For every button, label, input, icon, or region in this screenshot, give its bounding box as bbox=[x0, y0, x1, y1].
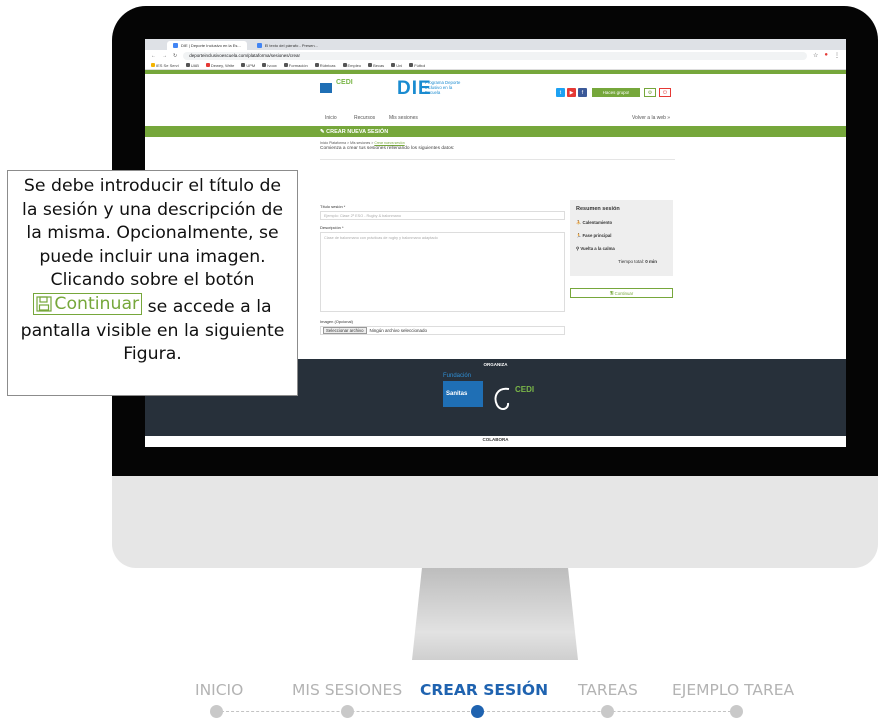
breadcrumb-current: Crear nueva sesión bbox=[374, 141, 405, 145]
bookmark-item[interactable]: IES Se Servi bbox=[151, 63, 179, 68]
title-label: Título sesión * bbox=[320, 204, 346, 209]
logout-icon[interactable]: ⏻ bbox=[659, 88, 671, 97]
intro-text: Comienza a crear tus sesiones rellenando… bbox=[320, 146, 455, 151]
summary-item: ⚲ Vuelta a la calma bbox=[576, 246, 615, 251]
callout-text: Se debe introducir el título de la sesió… bbox=[22, 176, 283, 291]
bookmark-item[interactable]: Empleo bbox=[342, 63, 361, 68]
continue-button-label: Continuar bbox=[614, 290, 634, 296]
summary-title: Resumen sesión bbox=[576, 206, 620, 212]
twitter-icon[interactable]: t bbox=[556, 88, 565, 97]
step-dot bbox=[210, 705, 223, 718]
facebook-icon[interactable]: f bbox=[578, 88, 587, 97]
reload-icon[interactable]: ↻ bbox=[173, 53, 177, 59]
step-dot bbox=[341, 705, 354, 718]
star-icon[interactable]: ☆ bbox=[813, 52, 818, 59]
logo-subtitle: Programa Deporte Inclusivo en la Escuela bbox=[425, 80, 461, 95]
step-tareas: TAREAS bbox=[578, 681, 638, 699]
step-dot-active bbox=[471, 705, 484, 718]
bookmark-item[interactable]: UAB bbox=[185, 63, 199, 68]
bookmark-item[interactable]: Dewey, Write bbox=[205, 63, 234, 68]
browser-tab[interactable]: El texto del párrafo - Presen... bbox=[251, 41, 324, 50]
step-crear-sesion: CREAR SESIÓN bbox=[420, 681, 549, 699]
divider bbox=[320, 159, 675, 160]
breadcrumb-home[interactable]: Inicio Plataforma bbox=[320, 141, 346, 145]
colabora-label: COLABORA bbox=[482, 437, 509, 442]
slide: DIE | Deporte Inclusivo en la Es... El t… bbox=[0, 0, 878, 720]
tab-title: DIE | Deporte Inclusivo en la Es... bbox=[181, 43, 241, 48]
section-title: CREAR NUEVA SESIÓN bbox=[326, 128, 389, 135]
summary-total: Tiempo total: 0 min bbox=[618, 259, 657, 264]
site-favicon-icon bbox=[173, 43, 178, 48]
breadcrumb-sessions[interactable]: Mis sesiones bbox=[350, 141, 370, 145]
monitor-stand bbox=[412, 568, 578, 660]
join-button-label: Haces grupo! bbox=[602, 90, 630, 95]
nav-volver[interactable]: Volver a la web » bbox=[632, 115, 670, 121]
description-label: Descripción * bbox=[320, 225, 344, 230]
bookmarks-bar: IES Se Servi UAB Dewey, Write UPM Ivoox … bbox=[145, 61, 846, 70]
select-file-button[interactable]: Seleccionar archivo bbox=[323, 327, 367, 334]
step-dot bbox=[730, 705, 743, 718]
step-dot bbox=[601, 705, 614, 718]
description-textarea[interactable]: Clase de balonmano con prácticas de rugb… bbox=[320, 232, 565, 312]
site-header: CEDI DIE Programa Deporte Inclusivo en l… bbox=[145, 74, 846, 112]
settings-icon[interactable]: ⚙ bbox=[644, 88, 656, 97]
social-links: t ▶ f bbox=[556, 88, 587, 97]
bookmark-item[interactable]: Formación bbox=[283, 63, 308, 68]
menu-icon[interactable]: ⋮ bbox=[834, 52, 840, 59]
youtube-icon[interactable]: ▶ bbox=[567, 88, 576, 97]
address-bar: ← → ↻ deporteinclusivoescuela.com/plataf… bbox=[145, 50, 846, 61]
bookmark-item[interactable]: Rúbricas bbox=[314, 63, 336, 68]
forward-icon[interactable]: → bbox=[162, 53, 167, 59]
footer-colabora: COLABORA bbox=[145, 436, 846, 447]
bookmark-item[interactable]: Becas bbox=[368, 63, 384, 68]
tab-bar: DIE | Deporte Inclusivo en la Es... El t… bbox=[145, 39, 846, 50]
join-button[interactable]: Haces grupo! bbox=[592, 88, 640, 97]
continue-button[interactable]: 🖫 Continuar bbox=[570, 288, 673, 298]
section-title-bar: ✎ CREAR NUEVA SESIÓN bbox=[145, 126, 846, 137]
cedi-logo: CEDI bbox=[491, 385, 536, 419]
callout-continue-button: Continuar bbox=[33, 292, 143, 315]
summary-item: ⛹ Calentamiento bbox=[576, 220, 613, 225]
step-mis-sesiones: MIS SESIONES bbox=[292, 681, 403, 699]
main-nav: Inicio Recursos Mis sesiones Volver a la… bbox=[145, 112, 846, 126]
session-form: Título sesión * Ejemplo: Clase 2º ESO - … bbox=[320, 204, 565, 335]
title-input[interactable]: Ejemplo: Clase 2º ESO - Rugby & balonman… bbox=[320, 211, 565, 220]
url-text: deporteinclusivoescuela.com/plataforma/s… bbox=[189, 53, 301, 58]
bookmark-item[interactable]: Uni bbox=[391, 63, 402, 68]
breadcrumb: Inicio Plataforma > Mis sesiones > Crear… bbox=[320, 141, 405, 145]
bookmark-item[interactable]: Ivoox bbox=[262, 63, 277, 68]
extension-icon[interactable]: ● bbox=[824, 52, 828, 59]
logo-cedi: CEDI bbox=[336, 79, 353, 86]
summary-item: 🏃 Fase principal bbox=[576, 233, 612, 238]
image-label: Imagen (Opcional) bbox=[320, 319, 353, 324]
step-ejemplo-tarea: EJEMPLO TAREA bbox=[672, 681, 795, 699]
image-file-input[interactable]: Seleccionar archivo Ningún archivo selec… bbox=[320, 326, 565, 335]
monitor-chin bbox=[112, 476, 878, 568]
progress-steps: INICIO MIS SESIONES CREAR SESIÓN TAREAS … bbox=[0, 676, 878, 720]
bookmark-item[interactable]: Fútbol bbox=[409, 63, 425, 68]
url-field[interactable]: deporteinclusivoescuela.com/plataforma/s… bbox=[183, 51, 807, 60]
nav-recursos[interactable]: Recursos bbox=[354, 115, 375, 121]
back-icon[interactable]: ← bbox=[151, 53, 156, 59]
slides-favicon-icon bbox=[256, 43, 262, 48]
nav-inicio[interactable]: Inicio bbox=[325, 115, 337, 121]
callout-continue-label: Continuar bbox=[54, 293, 140, 314]
save-icon bbox=[36, 296, 52, 312]
session-summary: Resumen sesión ⛹ Calentamiento 🏃 Fase pr… bbox=[570, 200, 673, 276]
tab-title: El texto del párrafo - Presen... bbox=[264, 43, 318, 48]
file-status: Ningún archivo seleccionado bbox=[369, 328, 428, 333]
cedi-swirl-icon bbox=[494, 387, 510, 411]
logo-icon bbox=[320, 83, 332, 93]
explanation-callout: Se debe introducir el título de la sesió… bbox=[7, 170, 298, 396]
nav-mis-sesiones[interactable]: Mis sesiones bbox=[389, 115, 418, 121]
fundacion-sanitas-logo: Fundación Sanitas bbox=[443, 373, 483, 418]
step-inicio: INICIO bbox=[195, 681, 244, 699]
browser-tab-active[interactable]: DIE | Deporte Inclusivo en la Es... bbox=[167, 41, 247, 50]
bookmark-item[interactable]: UPM bbox=[241, 63, 255, 68]
